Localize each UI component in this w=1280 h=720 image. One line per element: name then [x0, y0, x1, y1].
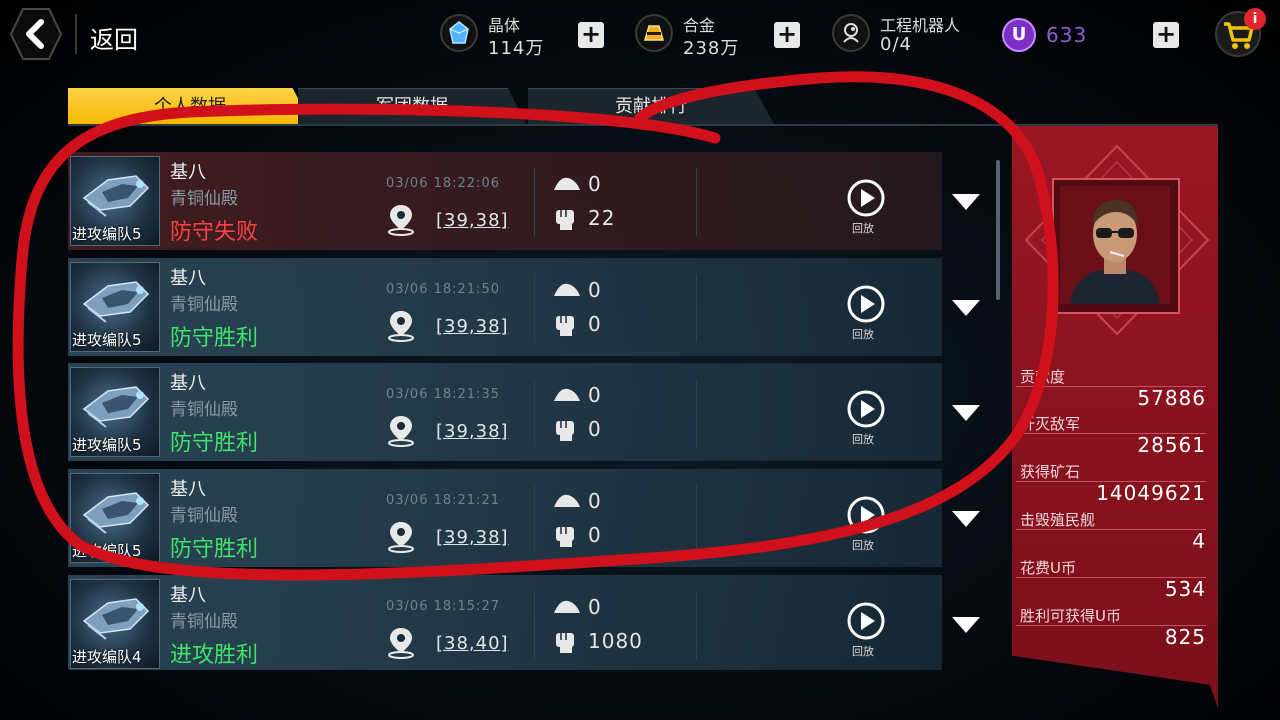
battle-record-screen: 返回 晶体 114万 + 合金 238万 + 工程机器人 0/4 U 633 +…: [0, 0, 1280, 720]
expand-chevron-down-icon[interactable]: [952, 194, 980, 210]
expand-chevron-down-icon[interactable]: [952, 405, 980, 421]
red-circle-annotation: [12, 71, 1059, 581]
expand-chevron-down-icon[interactable]: [952, 300, 980, 316]
expand-chevron-down-icon[interactable]: [952, 511, 980, 527]
expand-chevron-down-icon[interactable]: [952, 617, 980, 633]
